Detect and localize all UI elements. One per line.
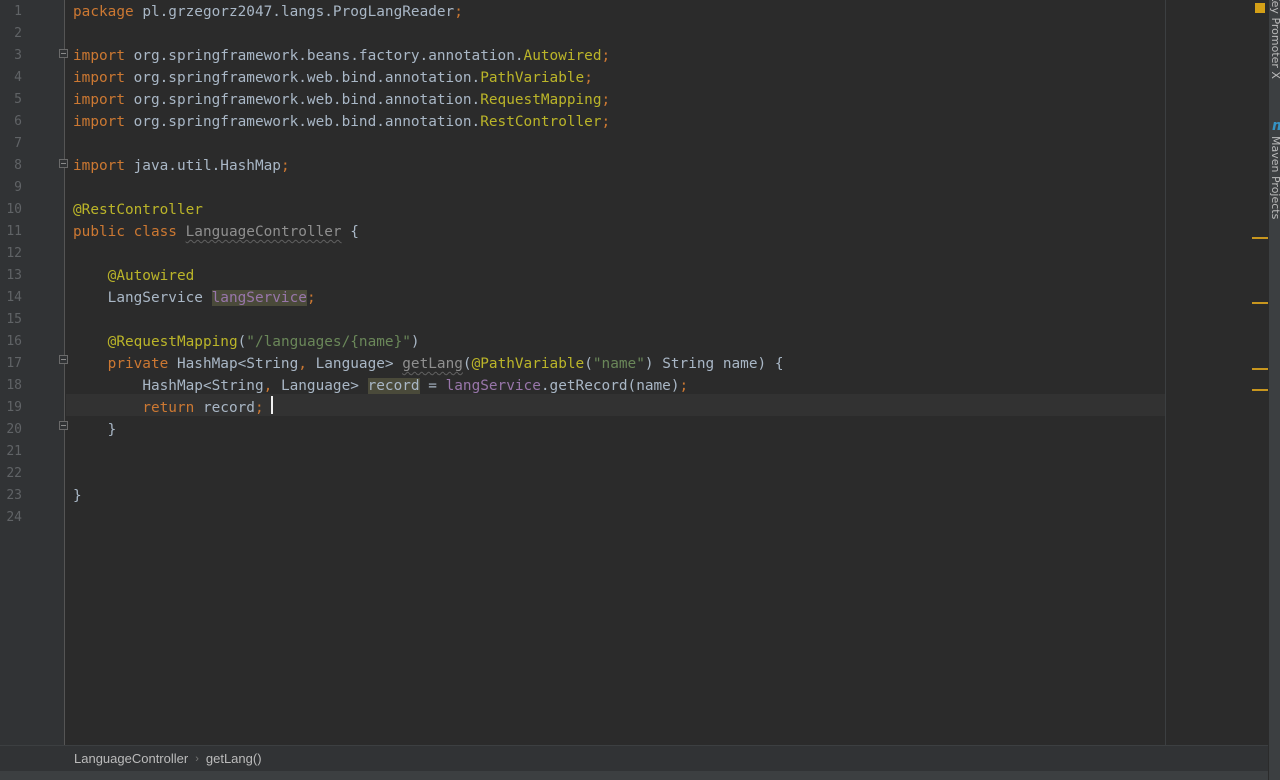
line-number: 12 xyxy=(6,246,22,261)
breadcrumb-item-class[interactable]: LanguageController xyxy=(74,751,188,766)
breadcrumb-separator-icon: › xyxy=(195,752,199,765)
code-line-6: import org.springframework.web.bind.anno… xyxy=(73,114,611,130)
code-line-1: package pl.grzegorz2047.langs.ProgLangRe… xyxy=(73,4,463,20)
status-bar xyxy=(0,771,1268,780)
key-promoter-tab[interactable]: Key Promoter X xyxy=(1269,0,1280,79)
code-line-16: @RequestMapping("/languages/{name}") xyxy=(107,334,420,350)
right-tool-window-bar: Key Promoter X m Maven Projects xyxy=(1268,0,1280,780)
line-number: 22 xyxy=(6,466,22,481)
code-line-10: @RestController xyxy=(73,202,203,218)
line-number: 18 xyxy=(6,378,22,393)
line-number: 4 xyxy=(14,70,22,85)
inspection-status-icon[interactable] xyxy=(1255,3,1265,13)
fold-toggle-icon[interactable] xyxy=(59,159,68,168)
code-line-23: } xyxy=(73,488,82,504)
line-number: 6 xyxy=(14,114,22,129)
line-number: 17 xyxy=(6,356,22,371)
code-line-5: import org.springframework.web.bind.anno… xyxy=(73,92,611,108)
code-area[interactable]: package pl.grzegorz2047.langs.ProgLangRe… xyxy=(73,0,1268,745)
line-number: 7 xyxy=(14,136,22,151)
code-line-3: import org.springframework.beans.factory… xyxy=(73,48,611,64)
error-stripe[interactable] xyxy=(1250,0,1268,745)
text-caret xyxy=(271,396,273,414)
line-number: 11 xyxy=(6,224,22,239)
line-number-gutter[interactable]: 1 2 3 4 5 6 7 8 9 10 11 12 13 14 15 16 1… xyxy=(0,0,68,745)
right-margin-guide xyxy=(1165,0,1166,745)
line-number: 19 xyxy=(6,400,22,415)
breadcrumb-item-method[interactable]: getLang() xyxy=(206,751,262,766)
code-line-13: @Autowired xyxy=(107,268,195,284)
code-line-8: import java.util.HashMap; xyxy=(73,158,290,174)
warning-marker[interactable] xyxy=(1252,368,1268,370)
line-number: 1 xyxy=(14,4,22,19)
code-line-14: LangService langService; xyxy=(107,290,316,306)
fold-toggle-icon[interactable] xyxy=(59,355,68,364)
code-line-17: private HashMap<String, Language> getLan… xyxy=(107,356,784,372)
code-editor[interactable]: 1 2 3 4 5 6 7 8 9 10 11 12 13 14 15 16 1… xyxy=(0,0,1268,745)
code-line-4: import org.springframework.web.bind.anno… xyxy=(73,70,593,86)
code-line-20: } xyxy=(107,422,117,438)
code-line-19: return record; xyxy=(142,400,264,416)
line-number: 24 xyxy=(6,510,22,525)
maven-projects-tab[interactable]: Maven Projects xyxy=(1269,136,1280,219)
warning-marker[interactable] xyxy=(1252,302,1268,304)
line-number: 15 xyxy=(6,312,22,327)
line-number: 3 xyxy=(14,48,22,63)
line-number: 14 xyxy=(6,290,22,305)
line-number: 9 xyxy=(14,180,22,195)
code-line-18: HashMap<String, Language> record = langS… xyxy=(142,378,689,394)
line-number: 23 xyxy=(6,488,22,503)
code-line-11: public class LanguageController { xyxy=(73,224,359,240)
fold-toggle-icon[interactable] xyxy=(59,49,68,58)
maven-icon: m xyxy=(1272,118,1280,134)
line-number: 20 xyxy=(6,422,22,437)
line-number: 21 xyxy=(6,444,22,459)
warning-marker[interactable] xyxy=(1252,237,1268,239)
line-number: 10 xyxy=(6,202,22,217)
line-number: 2 xyxy=(14,26,22,41)
line-number: 16 xyxy=(6,334,22,349)
warning-marker[interactable] xyxy=(1252,389,1268,391)
fold-toggle-icon[interactable] xyxy=(59,421,68,430)
line-number: 8 xyxy=(14,158,22,173)
line-number: 5 xyxy=(14,92,22,107)
breadcrumb: LanguageController › getLang() xyxy=(0,745,1268,771)
line-number: 13 xyxy=(6,268,22,283)
